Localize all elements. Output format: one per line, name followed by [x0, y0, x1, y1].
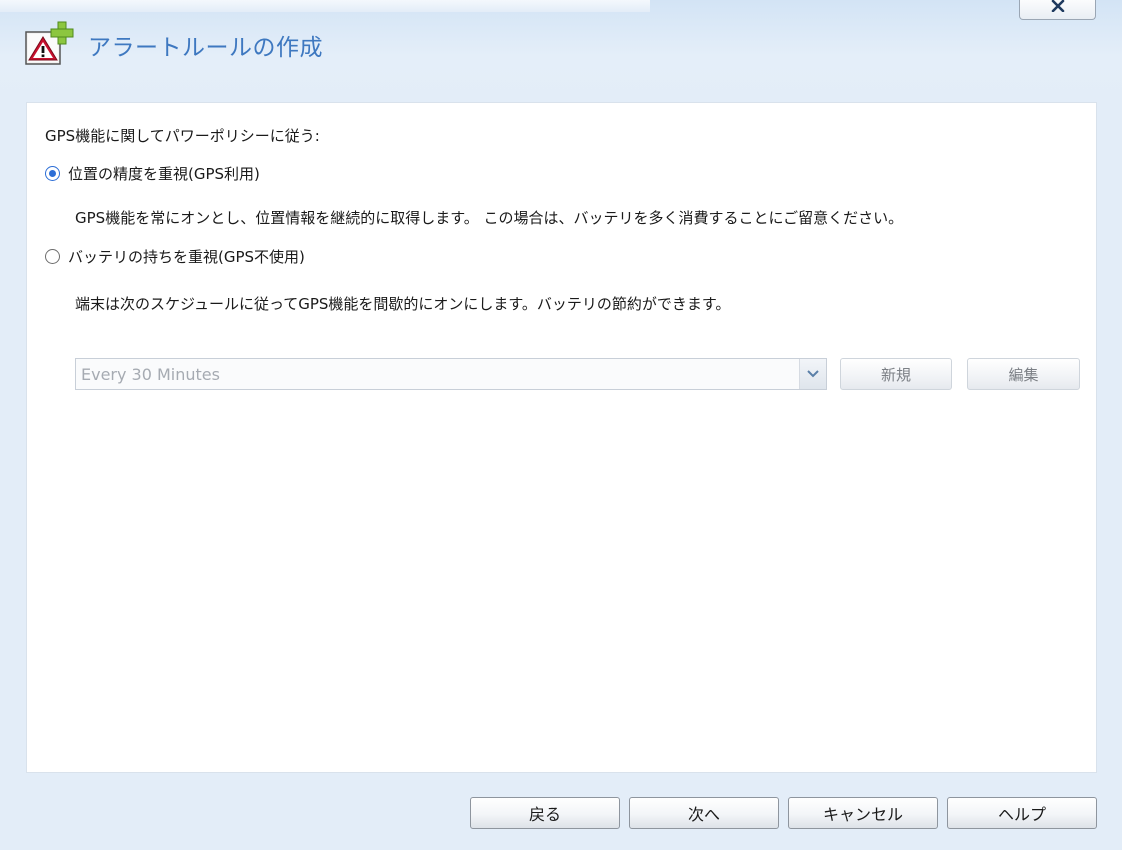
schedule-dropdown[interactable]: Every 30 Minutes [75, 358, 827, 390]
close-icon [1051, 0, 1065, 15]
new-schedule-button[interactable]: 新規 [840, 358, 952, 390]
accuracy-description: GPS機能を常にオンとし、位置情報を継続的に取得します。 この場合は、バッテリを… [75, 209, 904, 227]
radio-label-battery: バッテリの持ちを重視(GPS不使用) [68, 248, 305, 266]
cancel-button[interactable]: キャンセル [788, 797, 938, 829]
close-button[interactable] [1019, 0, 1096, 20]
chevron-down-icon[interactable] [799, 359, 826, 389]
power-policy-label: GPS機能に関してパワーポリシーに従う: [45, 127, 320, 145]
next-button[interactable]: 次へ [629, 797, 779, 829]
dialog-content: GPS機能に関してパワーポリシーに従う: 位置の精度を重視(GPS利用) GPS… [26, 102, 1097, 773]
schedule-dropdown-value: Every 30 Minutes [81, 365, 220, 384]
dialog-title: アラートルールの作成 [88, 35, 323, 61]
radio-option-accuracy[interactable]: 位置の精度を重視(GPS利用) [45, 163, 260, 184]
radio-button-accuracy[interactable] [45, 166, 60, 181]
help-button[interactable]: ヘルプ [947, 797, 1097, 829]
edit-schedule-button[interactable]: 編集 [967, 358, 1080, 390]
radio-label-accuracy: 位置の精度を重視(GPS利用) [68, 165, 260, 183]
back-button[interactable]: 戻る [470, 797, 620, 829]
alert-rule-add-icon [24, 20, 76, 70]
battery-description: 端末は次のスケジュールに従ってGPS機能を間歇的にオンにします。バッテリの節約が… [75, 295, 731, 313]
radio-option-battery[interactable]: バッテリの持ちを重視(GPS不使用) [45, 246, 305, 267]
radio-button-battery[interactable] [45, 249, 60, 264]
